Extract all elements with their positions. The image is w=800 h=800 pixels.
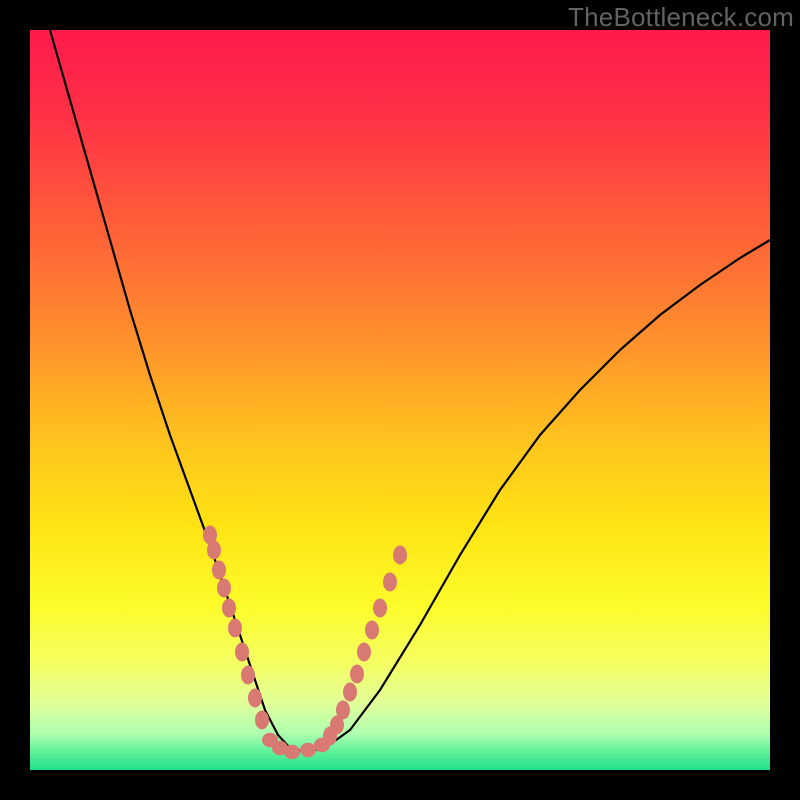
data-point bbox=[235, 643, 249, 662]
data-point bbox=[300, 743, 316, 757]
data-point bbox=[343, 683, 357, 702]
data-point bbox=[393, 546, 407, 565]
data-point bbox=[217, 579, 231, 598]
data-point bbox=[336, 701, 350, 720]
data-point bbox=[357, 643, 371, 662]
plot-area bbox=[30, 30, 770, 770]
data-point bbox=[222, 599, 236, 618]
watermark-text: TheBottleneck.com bbox=[568, 2, 794, 33]
data-point bbox=[241, 666, 255, 685]
data-point bbox=[228, 619, 242, 638]
data-point bbox=[248, 689, 262, 708]
data-point bbox=[207, 541, 221, 560]
data-point bbox=[365, 621, 379, 640]
data-point bbox=[373, 599, 387, 618]
data-point bbox=[255, 711, 269, 730]
data-point bbox=[212, 561, 226, 580]
chart-overlay bbox=[30, 30, 770, 770]
chart-frame: TheBottleneck.com bbox=[0, 0, 800, 800]
data-point bbox=[350, 665, 364, 684]
bottleneck-curve bbox=[50, 30, 770, 752]
data-point bbox=[383, 573, 397, 592]
data-markers bbox=[203, 526, 407, 760]
data-point bbox=[284, 745, 300, 759]
